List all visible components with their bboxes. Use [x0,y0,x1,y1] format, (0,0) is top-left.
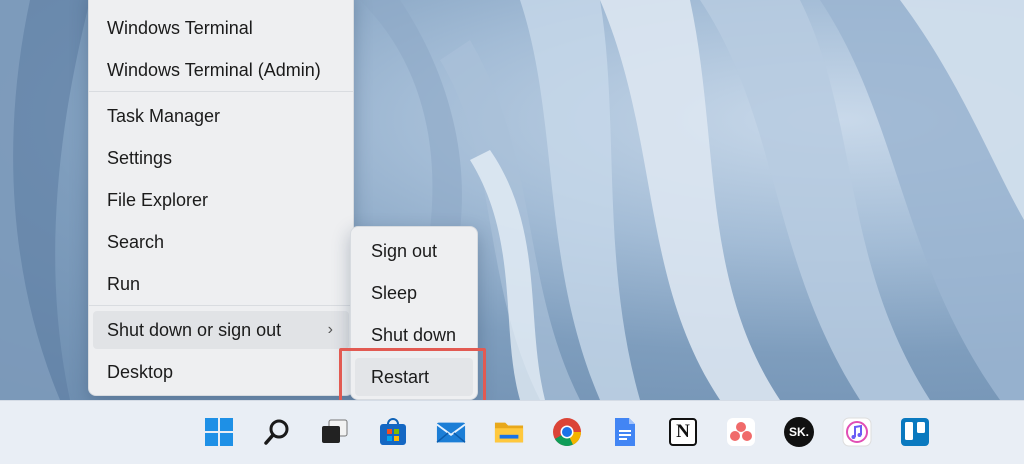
notion-glyph: N [669,418,697,446]
menu-item-file-explorer[interactable]: File Explorer [93,181,349,219]
menu-item-search[interactable]: Search [93,223,349,261]
menu-item-windows-terminal-admin[interactable]: Windows Terminal (Admin) [93,51,349,89]
mail-icon[interactable] [436,417,466,447]
search-icon[interactable] [262,417,292,447]
menu-separator [89,305,353,306]
submenu-item-sign-out[interactable]: Sign out [355,232,473,270]
taskbar: N SK. [0,400,1024,464]
submenu-item-sleep[interactable]: Sleep [355,274,473,312]
windows-start-icon[interactable] [204,417,234,447]
menu-item-shut-down-or-sign-out[interactable]: Shut down or sign out › [93,311,349,349]
menu-item-settings[interactable]: Settings [93,139,349,177]
menu-item-desktop[interactable]: Desktop [93,353,349,391]
notion-icon[interactable]: N [668,417,698,447]
quick-link-menu: Windows Terminal Windows Terminal (Admin… [88,0,354,396]
trello-icon[interactable] [900,417,930,447]
menu-item-task-manager[interactable]: Task Manager [93,97,349,135]
menu-item-label: Shut down or sign out [107,320,282,340]
asana-icon[interactable] [726,417,756,447]
file-explorer-icon[interactable] [494,417,524,447]
sk-label: SK. [784,417,814,447]
restart-callout-box [339,348,486,404]
google-docs-icon[interactable] [610,417,640,447]
microsoft-store-icon[interactable] [378,417,408,447]
menu-item-run[interactable]: Run [93,265,349,303]
chevron-right-icon: › [327,321,333,338]
menu-separator [89,91,353,92]
menu-item-windows-terminal[interactable]: Windows Terminal [93,9,349,47]
itunes-icon[interactable] [842,417,872,447]
task-view-icon[interactable] [320,417,350,447]
sk-icon[interactable]: SK. [784,417,814,447]
chrome-icon[interactable] [552,417,582,447]
